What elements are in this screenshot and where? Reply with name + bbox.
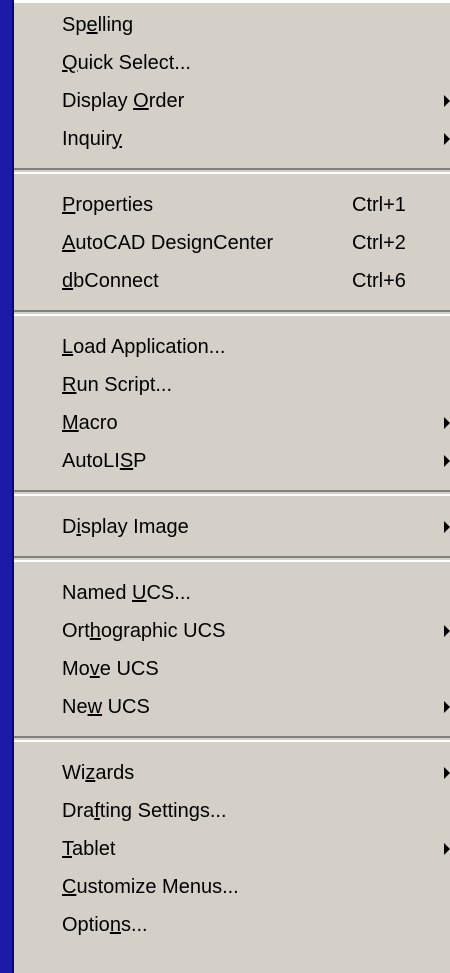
submenu-arrow-icon: [444, 625, 450, 637]
menu-item-label: Properties: [62, 194, 154, 216]
submenu-arrow-icon: [444, 521, 450, 533]
menu-item-customize-menus[interactable]: Customize Menus...: [14, 868, 450, 906]
menu-item-label: Inquiry: [62, 128, 123, 150]
menu-item-move-ucs[interactable]: Move UCS: [14, 650, 450, 688]
submenu-arrow-icon: [444, 843, 450, 855]
accelerator-key: w: [87, 696, 103, 718]
menu-item-label: Customize Menus...: [62, 876, 239, 898]
accelerator-key: n: [109, 914, 121, 936]
accelerator-key: P: [62, 194, 76, 216]
submenu-arrow-icon: [444, 95, 450, 107]
accelerator-key: C: [62, 876, 77, 898]
menu-separator: [14, 490, 450, 496]
menu-item-label: Quick Select...: [62, 52, 191, 74]
menu-item-autolisp[interactable]: AutoLISP: [14, 442, 450, 480]
accelerator-key: O: [133, 90, 149, 112]
menu-item-label: Display Order: [62, 90, 185, 112]
submenu-arrow-icon: [444, 455, 450, 467]
accelerator-key: A: [62, 232, 76, 254]
menu-item-display-order[interactable]: Display Order: [14, 82, 450, 120]
menu-separator: [14, 736, 450, 742]
menu-item-label: New UCS: [62, 696, 150, 718]
menu-item-named-ucs[interactable]: Named UCS...: [14, 574, 450, 612]
menu-item-spelling[interactable]: Spelling: [14, 6, 450, 44]
menu-item-label: Load Application...: [62, 336, 226, 358]
shortcut-label: Ctrl+1: [352, 194, 406, 216]
menu-item-dbconnect[interactable]: dbConnect Ctrl+6: [14, 262, 450, 300]
menu-item-options[interactable]: Options...: [14, 906, 450, 944]
menu-item-wizards[interactable]: Wizards: [14, 754, 450, 792]
menu-item-label: dbConnect: [62, 270, 159, 292]
menu-item-label: Macro: [62, 412, 118, 434]
menu-side-bar: [0, 0, 14, 973]
menu-item-tablet[interactable]: Tablet: [14, 830, 450, 868]
menu-item-label: Tablet: [62, 838, 116, 860]
menu-item-label: AutoCAD DesignCenter: [62, 232, 274, 254]
menu-item-autocad-designcenter[interactable]: AutoCAD DesignCenter Ctrl+2: [14, 224, 450, 262]
accelerator-key: d: [62, 270, 74, 292]
menu-item-quick-select[interactable]: Quick Select...: [14, 44, 450, 82]
submenu-arrow-icon: [444, 417, 450, 429]
accelerator-key: y: [112, 128, 123, 150]
menu-item-label: Move UCS: [62, 658, 159, 680]
accelerator-key: M: [62, 412, 79, 434]
menu-item-run-script[interactable]: Run Script...: [14, 366, 450, 404]
accelerator-key: e: [86, 14, 98, 36]
menu-top-edge: [14, 0, 450, 3]
submenu-arrow-icon: [444, 133, 450, 145]
menu-item-new-ucs[interactable]: New UCS: [14, 688, 450, 726]
menu-item-label: Drafting Settings...: [62, 800, 227, 822]
accelerator-key: S: [119, 450, 134, 472]
accelerator-key: L: [62, 336, 74, 358]
menu-item-label: Run Script...: [62, 374, 173, 396]
accelerator-key: U: [132, 582, 147, 604]
menu-separator: [14, 168, 450, 174]
menu-item-label: Spelling: [62, 14, 134, 36]
menu-item-macro[interactable]: Macro: [14, 404, 450, 442]
accelerator-key: z: [85, 762, 96, 784]
menu-item-load-application[interactable]: Load Application...: [14, 328, 450, 366]
accelerator-key: v: [89, 658, 100, 680]
menu-item-inquiry[interactable]: Inquiry: [14, 120, 450, 158]
menu-item-label: Named UCS...: [62, 582, 191, 604]
accelerator-key: R: [62, 374, 77, 396]
shortcut-label: Ctrl+2: [352, 232, 406, 254]
submenu-arrow-icon: [444, 767, 450, 779]
menu-item-orthographic-ucs[interactable]: Orthographic UCS: [14, 612, 450, 650]
submenu-arrow-icon: [444, 701, 450, 713]
tools-menu: Spelling Quick Select... Display Order Inqu…: [0, 0, 450, 973]
menu-item-label: Wizards: [62, 762, 135, 784]
menu-item-drafting-settings[interactable]: Drafting Settings...: [14, 792, 450, 830]
accelerator-key: T: [62, 838, 72, 860]
accelerator-key: Q: [62, 52, 78, 74]
menu-separator: [14, 556, 450, 562]
menu-item-label: AutoLISP: [62, 450, 147, 472]
menu-item-label: Display Image: [62, 516, 189, 538]
menu-item-label: Options...: [62, 914, 148, 936]
menu-item-label: Orthographic UCS: [62, 620, 226, 642]
shortcut-label: Ctrl+6: [352, 270, 406, 292]
menu-item-display-image[interactable]: Display Image: [14, 508, 450, 546]
menu-item-properties[interactable]: Properties Ctrl+1: [14, 186, 450, 224]
menu-separator: [14, 310, 450, 316]
accelerator-key: h: [89, 620, 101, 642]
